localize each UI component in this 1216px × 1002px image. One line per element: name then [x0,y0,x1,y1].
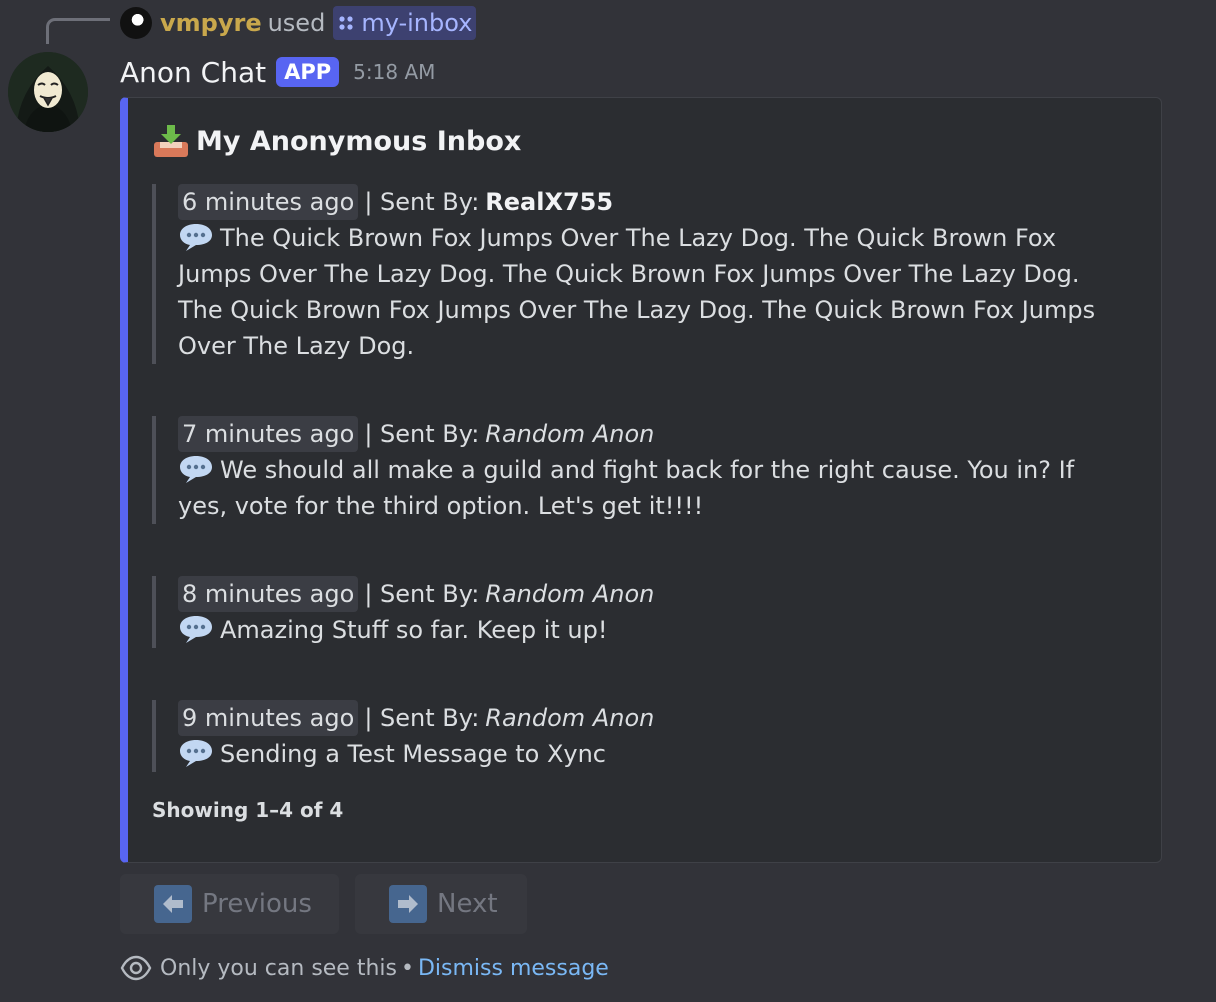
inbox-message: 6 minutes ago | Sent By: RealX755 The Qu… [152,184,1098,364]
ephemeral-text: Only you can see this [160,955,397,981]
sender-name: Random Anon [485,704,655,732]
previous-button[interactable]: Previous [120,874,339,934]
sender-name: Random Anon [485,420,655,448]
inbox-message: 9 minutes ago | Sent By: Random Anon Sen… [152,700,1058,772]
arrow-left-icon [154,885,192,923]
message-text: The Quick Brown Fox Jumps Over The Lazy … [178,224,1096,360]
slash-command-icon [339,16,353,30]
relative-time: 7 minutes ago [178,416,359,452]
sender-name: RealX755 [485,188,614,216]
sent-by-label: | Sent By: [364,704,480,732]
bot-avatar[interactable] [8,52,88,132]
message-body: We should all make a guild and fight bac… [178,452,1113,524]
message-meta: 6 minutes ago | Sent By: RealX755 [178,184,1098,220]
command-mention[interactable]: my-inbox [333,6,477,40]
sent-by-label: | Sent By: [364,420,480,448]
reply-used-text: used [267,9,326,37]
message-timestamp[interactable]: 5:18 AM [353,60,435,84]
message-meta: 9 minutes ago | Sent By: Random Anon [178,700,1058,736]
speech-bubble-icon [180,456,212,483]
embed-title: My Anonymous Inbox [152,122,521,160]
next-label: Next [437,889,498,919]
inbox-message: 8 minutes ago | Sent By: Random Anon Ama… [152,576,1058,648]
message-body: Amazing Stuff so far. Keep it up! [178,612,1058,648]
speech-bubble-icon [180,740,212,767]
message-text: Sending a Test Message to Xync [220,740,607,768]
separator-bullet: • [400,955,414,981]
reply-connector [46,18,110,44]
relative-time: 8 minutes ago [178,576,359,612]
sender-name: Random Anon [485,580,655,608]
embed-title-text: My Anonymous Inbox [196,125,522,157]
inbox-embed: My Anonymous Inbox 6 minutes ago | Sent … [120,97,1162,863]
reply-username[interactable]: vmpyre [160,9,262,37]
sent-by-label: | Sent By: [364,188,480,216]
speech-bubble-icon [180,224,212,251]
app-badge: APP [276,57,340,87]
dismiss-message-link[interactable]: Dismiss message [418,956,609,981]
relative-time: 9 minutes ago [178,700,359,736]
inbox-message: 7 minutes ago | Sent By: Random Anon We … [152,416,1113,524]
arrow-right-icon [389,885,427,923]
message-header: Anon Chat APP 5:18 AM [120,52,435,92]
anonymous-mask-avatar [8,52,88,132]
previous-label: Previous [202,889,312,919]
message-body: Sending a Test Message to Xync [178,736,1058,772]
bot-username[interactable]: Anon Chat [120,56,266,89]
relative-time: 6 minutes ago [178,184,359,220]
user-avatar-icon[interactable] [120,7,152,39]
message-body: The Quick Brown Fox Jumps Over The Lazy … [178,220,1098,364]
eye-icon [120,955,152,981]
message-meta: 7 minutes ago | Sent By: Random Anon [178,416,1113,452]
speech-bubble-icon [180,616,212,643]
message-text: We should all make a guild and fight bac… [178,456,1075,520]
inbox-tray-icon [154,125,188,157]
next-button[interactable]: Next [355,874,527,934]
sent-by-label: | Sent By: [364,580,480,608]
command-name: my-inbox [361,9,473,37]
message-text: Amazing Stuff so far. Keep it up! [220,616,608,644]
embed-footer: Showing 1–4 of 4 [152,798,344,822]
message-meta: 8 minutes ago | Sent By: Random Anon [178,576,1058,612]
command-reply-context: vmpyre used my-inbox [120,4,477,42]
ephemeral-notice: Only you can see this • Dismiss message [120,950,609,986]
